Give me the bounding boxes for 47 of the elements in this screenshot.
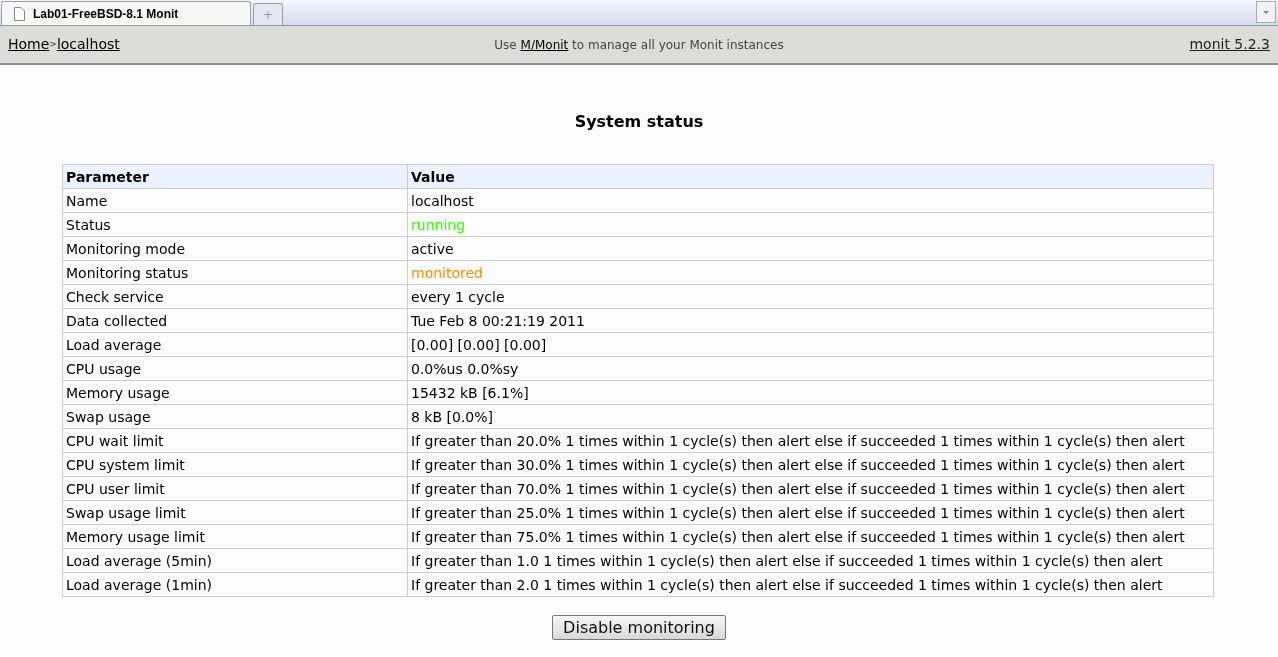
parameter-cell: Load average (5min) [62, 548, 408, 573]
value-cell: 0.0%us 0.0%sy [407, 356, 1214, 381]
page-title: System status [573, 111, 705, 133]
value-cell: If greater than 75.0% 1 times within 1 cycle(s) then alert else if succeeded 1 times within 1 cycle(s) then alert [407, 524, 1214, 549]
mmonit-link[interactable]: M/Monit [520, 37, 569, 52]
parameter-cell: CPU wait limit [62, 428, 408, 453]
value-cell: If greater than 1.0 1 times within 1 cycle(s) then alert else if succeeded 1 times within 1 cycle(s) then alert [407, 548, 1214, 573]
parameter-cell: Memory usage [62, 380, 408, 405]
parameter-cell: Memory usage limit [62, 524, 408, 549]
disable-monitoring-button[interactable]: Disable monitoring [552, 615, 726, 640]
version-link[interactable]: monit 5.2.3 [1189, 34, 1270, 55]
parameter-cell: Monitoring mode [62, 236, 408, 261]
column-header: Parameter [62, 164, 408, 189]
parameter-cell: CPU system limit [62, 452, 408, 477]
parameter-cell: CPU usage [62, 356, 408, 381]
value-cell: [0.00] [0.00] [0.00] [407, 332, 1214, 357]
value-cell: If greater than 2.0 1 times within 1 cycle(s) then alert else if succeeded 1 times within 1 cycle(s) then alert [407, 572, 1214, 597]
value-cell: If greater than 25.0% 1 times within 1 cycle(s) then alert else if succeeded 1 times within 1 cycle(s) then alert [407, 500, 1214, 525]
breadcrumb-link[interactable]: Home [8, 34, 50, 55]
parameter-cell: Monitoring status [62, 260, 408, 285]
value-cell: running [407, 212, 1214, 237]
value-cell: 15432 kB [6.1%] [407, 380, 1214, 405]
parameter-cell: Load average [62, 332, 408, 357]
value-cell: Tue Feb 8 00:21:19 2011 [407, 308, 1214, 333]
parameter-cell: Data collected [62, 308, 408, 333]
parameter-cell: Swap usage [62, 404, 408, 429]
parameter-cell: Swap usage limit [62, 500, 408, 525]
value-cell: If greater than 20.0% 1 times within 1 cycle(s) then alert else if succeeded 1 times within 1 cycle(s) then alert [407, 428, 1214, 453]
breadcrumb-link[interactable]: localhost [56, 34, 120, 55]
parameter-cell: Name [62, 188, 408, 213]
parameter-cell: Status [62, 212, 408, 237]
parameter-cell: CPU user limit [62, 476, 408, 501]
value-cell: monitored [407, 260, 1214, 285]
column-header: Value [407, 164, 1214, 189]
page-icon [14, 6, 25, 21]
dropdown-icon[interactable] [1256, 1, 1276, 23]
parameter-cell: Check service [62, 284, 408, 309]
value-cell: 8 kB [0.0%] [407, 404, 1214, 429]
notice-text: Use M/Monit to manage all your Monit instances [494, 36, 784, 54]
value-cell: every 1 cycle [407, 284, 1214, 309]
parameter-cell: Load average (1min) [62, 572, 408, 597]
value-cell: localhost [407, 188, 1214, 213]
breadcrumb-separator: > [49, 37, 57, 51]
value-cell: If greater than 30.0% 1 times within 1 cycle(s) then alert else if succeeded 1 times within 1 cycle(s) then alert [407, 452, 1214, 477]
value-cell: If greater than 70.0% 1 times within 1 cycle(s) then alert else if succeeded 1 times within 1 cycle(s) then alert [407, 476, 1214, 501]
value-cell: active [407, 236, 1214, 261]
browser-tab[interactable]: Lab01-FreeBSD-8.1 Monit [1, 1, 251, 25]
